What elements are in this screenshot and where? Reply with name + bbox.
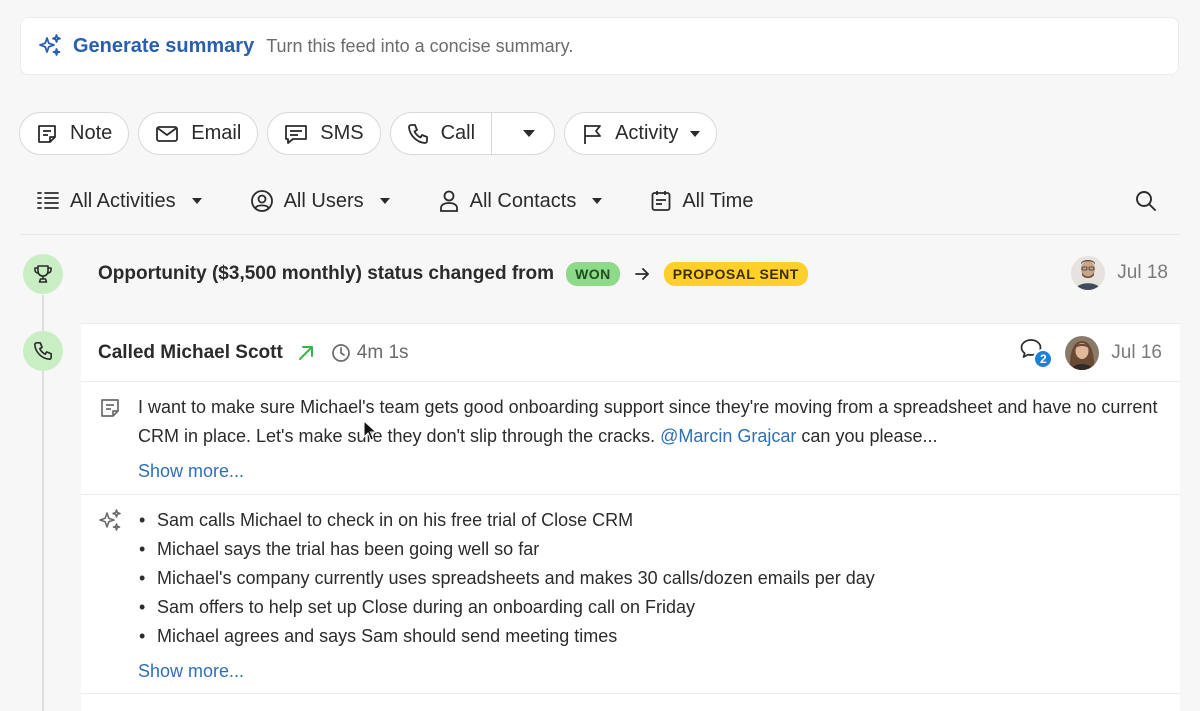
call-date: Jul 16 bbox=[1111, 342, 1162, 363]
phone-icon bbox=[407, 123, 429, 145]
call-activity-card[interactable]: Called Michael Scott 4m 1s 2 Jul 16 I wa… bbox=[81, 323, 1180, 711]
sparkle-icon bbox=[37, 33, 63, 59]
filter-activities-label: All Activities bbox=[70, 189, 176, 212]
opportunity-status-text: Opportunity ($3,500 monthly) status chan… bbox=[98, 263, 555, 284]
call-card-meta: 2 Jul 16 bbox=[1019, 336, 1162, 370]
email-button[interactable]: Email bbox=[138, 112, 259, 155]
mouse-cursor-icon bbox=[363, 420, 377, 442]
call-note-text: I want to make sure Michael's team gets … bbox=[138, 393, 1168, 451]
filter-users[interactable]: All Users bbox=[250, 189, 390, 213]
filters-divider bbox=[20, 234, 1180, 235]
list-item: Michael's company currently uses spreads… bbox=[139, 564, 875, 593]
filter-activities[interactable]: All Activities bbox=[36, 190, 202, 213]
call-card-header: Called Michael Scott 4m 1s 2 Jul 16 bbox=[81, 324, 1180, 382]
activity-button[interactable]: Activity bbox=[564, 112, 718, 155]
call-duration-value: 4m 1s bbox=[356, 341, 409, 363]
opportunity-meta: Jul 18 bbox=[1071, 256, 1168, 290]
activity-actions: Note Email SMS Call Activity bbox=[19, 112, 718, 155]
note-button-label: Note bbox=[70, 122, 113, 144]
search-icon[interactable] bbox=[1134, 189, 1158, 213]
ai-summary-list: Sam calls Michael to check in on his fre… bbox=[139, 506, 875, 651]
opportunity-date: Jul 18 bbox=[1117, 262, 1168, 283]
filter-contacts[interactable]: All Contacts bbox=[438, 189, 603, 213]
feed-filters: All Activities All Users All Contacts Al… bbox=[36, 185, 1166, 217]
call-options-dropdown[interactable] bbox=[504, 113, 554, 154]
chevron-down-icon bbox=[523, 130, 536, 137]
sms-icon bbox=[284, 123, 308, 145]
trophy-icon bbox=[23, 254, 63, 294]
list-item: Michael agrees and says Sam should send … bbox=[139, 622, 875, 651]
user-mention[interactable]: @Marcin Grajcar bbox=[660, 426, 796, 446]
note-icon bbox=[36, 123, 58, 145]
avatar[interactable] bbox=[1065, 336, 1100, 370]
calendar-icon bbox=[650, 189, 672, 213]
activity-button-label: Activity bbox=[615, 122, 679, 144]
filter-users-label: All Users bbox=[283, 189, 364, 212]
sparkle-icon bbox=[97, 508, 123, 534]
opportunity-status-row: Opportunity ($3,500 monthly) status chan… bbox=[98, 256, 1168, 290]
arrow-right-icon bbox=[634, 267, 650, 281]
sms-button[interactable]: SMS bbox=[267, 112, 381, 155]
call-duration: 4m 1s bbox=[331, 342, 409, 364]
list-icon bbox=[36, 190, 60, 212]
outgoing-call-icon bbox=[297, 344, 315, 362]
filter-time-label: All Time bbox=[682, 189, 754, 212]
generate-summary-description: Turn this feed into a concise summary. bbox=[266, 35, 574, 56]
chevron-down-icon bbox=[379, 198, 390, 204]
filter-time[interactable]: All Time bbox=[650, 189, 753, 213]
chevron-down-icon bbox=[191, 198, 202, 204]
call-button-label: Call bbox=[440, 122, 476, 144]
filter-contacts-label: All Contacts bbox=[469, 189, 577, 212]
comments-button[interactable]: 2 bbox=[1019, 337, 1054, 369]
chevron-down-icon bbox=[690, 130, 701, 137]
ai-summary-section: Sam calls Michael to check in on his fre… bbox=[81, 496, 1180, 694]
note-show-more-link[interactable]: Show more... bbox=[138, 461, 244, 482]
person-icon bbox=[438, 189, 460, 213]
list-item: Michael says the trial has been going we… bbox=[139, 535, 875, 564]
clock-icon bbox=[331, 343, 351, 363]
flag-icon bbox=[581, 123, 603, 145]
call-title: Called Michael Scott bbox=[98, 341, 283, 363]
call-button[interactable]: Call bbox=[391, 113, 493, 154]
phone-icon bbox=[23, 331, 63, 371]
generate-summary-link[interactable]: Generate summary bbox=[73, 35, 254, 58]
email-icon bbox=[155, 124, 179, 144]
chevron-down-icon bbox=[592, 198, 603, 204]
user-circle-icon bbox=[250, 189, 274, 213]
call-button-group: Call bbox=[389, 112, 556, 155]
generate-summary-bar[interactable]: Generate summary Turn this feed into a c… bbox=[20, 17, 1179, 75]
status-badge-won: WON bbox=[566, 262, 620, 286]
note-text-part: I want to make sure Michael's team gets … bbox=[138, 397, 1158, 446]
email-button-label: Email bbox=[191, 122, 242, 144]
note-icon bbox=[99, 397, 121, 419]
summary-show-more-link[interactable]: Show more... bbox=[138, 661, 244, 682]
note-text-part: can you please... bbox=[796, 426, 938, 446]
list-item: Sam calls Michael to check in on his fre… bbox=[139, 506, 875, 535]
sms-button-label: SMS bbox=[320, 122, 364, 144]
note-button[interactable]: Note bbox=[19, 112, 130, 155]
comment-count-badge: 2 bbox=[1033, 349, 1054, 369]
avatar[interactable] bbox=[1071, 256, 1106, 290]
list-item: Sam offers to help set up Close during a… bbox=[139, 593, 875, 622]
status-badge-proposal-sent: PROPOSAL SENT bbox=[663, 262, 808, 286]
call-note-section: I want to make sure Michael's team gets … bbox=[81, 383, 1180, 495]
